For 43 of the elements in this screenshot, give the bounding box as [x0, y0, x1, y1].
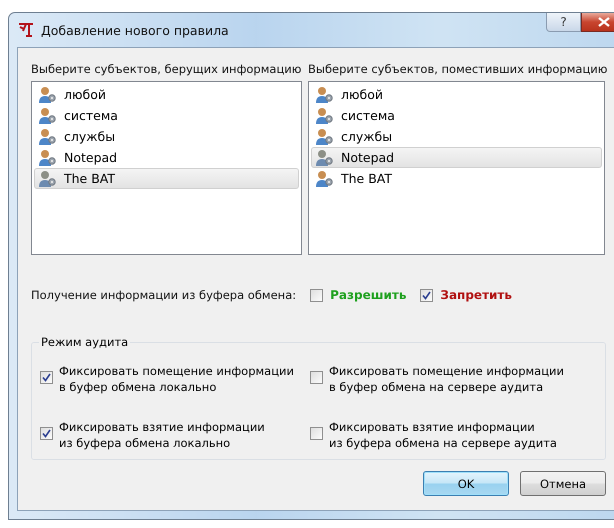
list-label: Выберите субъектов, поместивших информацию — [308, 62, 605, 76]
checkbox[interactable] — [40, 371, 53, 384]
checkbox[interactable] — [310, 288, 324, 302]
close-icon — [598, 17, 610, 27]
checkbox[interactable] — [310, 371, 323, 384]
list-item[interactable]: любой — [311, 84, 602, 105]
dialog-button[interactable]: OK — [423, 471, 509, 496]
user-gear-icon — [315, 106, 334, 124]
logo-icon — [17, 22, 35, 38]
list-item[interactable]: The BAT — [311, 168, 602, 189]
checkbox[interactable] — [310, 427, 323, 440]
clipboard-label: Получение информации из буфера обмена: — [31, 288, 296, 302]
list-item[interactable]: Notepad — [34, 147, 299, 168]
checkbox[interactable] — [40, 427, 53, 440]
option-label: Запретить — [440, 288, 512, 302]
list-item[interactable]: система — [34, 105, 299, 126]
dialog-button[interactable]: Отмена — [520, 471, 606, 496]
option-label: Разрешить — [330, 288, 406, 302]
window-title: Добавление нового правила — [41, 22, 229, 38]
user-gear-icon — [315, 148, 334, 166]
checkbox-label: Фиксировать взятие информации из буфера обмена на сервере аудита — [329, 419, 557, 451]
user-gear-icon — [315, 128, 334, 146]
checkbox-label: Фиксировать помещение информации в буфер обмена локально — [59, 363, 294, 395]
list-item[interactable]: любой — [34, 84, 299, 105]
help-button[interactable]: ? — [546, 13, 581, 32]
list-item[interactable]: система — [311, 105, 602, 126]
list-item[interactable]: Notepad — [311, 147, 602, 168]
list-item[interactable]: службы — [311, 126, 602, 147]
user-gear-icon — [38, 106, 57, 124]
checkbox-label: Фиксировать взятие информации из буфера обмена локально — [59, 419, 265, 451]
close-button[interactable] — [581, 13, 614, 32]
list-item[interactable]: The BAT — [34, 168, 299, 189]
checkbox[interactable] — [420, 288, 434, 302]
list-label: Выберите субъектов, берущих информацию — [31, 62, 302, 76]
user-gear-icon — [38, 128, 57, 146]
list-item[interactable]: службы — [34, 126, 299, 147]
checkbox-label: Фиксировать помещение информации в буфер обмена на сервере аудита — [329, 363, 564, 395]
user-gear-icon — [38, 170, 57, 188]
user-gear-icon — [315, 86, 334, 104]
user-gear-icon — [38, 148, 57, 166]
group-title: Режим аудита — [39, 335, 130, 349]
user-gear-icon — [315, 170, 334, 188]
user-gear-icon — [38, 86, 57, 104]
